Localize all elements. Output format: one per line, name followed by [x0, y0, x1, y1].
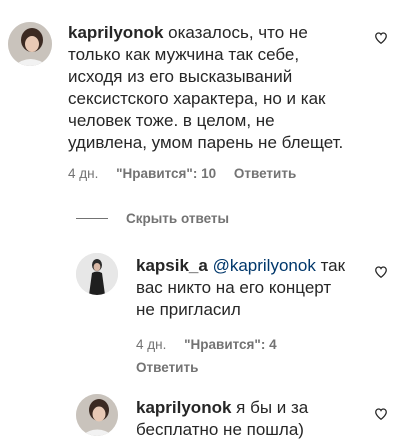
comment-line: человек тоже. в целом, не	[68, 111, 275, 130]
hide-replies-button[interactable]: Скрыть ответы	[76, 211, 229, 226]
reply-meta-2: Ответить	[136, 360, 212, 375]
avatar-image	[8, 22, 52, 66]
avatar[interactable]	[76, 394, 118, 436]
comment-text: kaprilyonok оказалось, что не только как…	[68, 22, 388, 154]
reply-button[interactable]: Ответить	[136, 360, 198, 375]
reply-button[interactable]: Ответить	[234, 166, 296, 181]
comment-username[interactable]: kaprilyonok	[136, 398, 231, 417]
comment-line: сексистского характера, но и как	[68, 89, 326, 108]
likes-count[interactable]: "Нравится": 10	[116, 166, 216, 181]
comment-line: оказалось, что не	[168, 23, 308, 42]
avatar-image	[76, 394, 118, 436]
heart-outline-icon	[375, 408, 387, 421]
comment-line: только как мужчина так себе,	[68, 45, 300, 64]
comment-meta: 4 дн. "Нравится": 10 Ответить	[68, 166, 310, 181]
comment-line: вас никто на его концерт	[136, 278, 332, 297]
divider-line	[76, 218, 108, 219]
heart-outline-icon	[375, 266, 387, 279]
reply-meta: 4 дн. "Нравится": 4	[136, 337, 291, 352]
avatar[interactable]	[8, 22, 52, 66]
comment-line: не пригласил	[136, 300, 241, 319]
like-button[interactable]	[374, 407, 388, 421]
comment-time: 4 дн.	[136, 337, 167, 352]
hide-replies-label: Скрыть ответы	[126, 211, 230, 226]
likes-count[interactable]: "Нравится": 4	[184, 337, 276, 352]
avatar[interactable]	[76, 253, 118, 295]
like-button[interactable]	[374, 31, 388, 45]
avatar-image	[76, 253, 118, 295]
like-button[interactable]	[374, 265, 388, 279]
mention-link[interactable]: @kaprilyonok	[213, 256, 316, 275]
comment-username[interactable]: kaprilyonok	[68, 23, 163, 42]
comment-line: я бы и за	[236, 398, 309, 417]
comment-line: удивлена, умом парень не блещет.	[68, 133, 344, 152]
reply-text: kaprilyonok я бы и за бесплатно не пошла…	[136, 397, 366, 441]
comment-line: так	[320, 256, 346, 275]
comment-username[interactable]: kapsik_a	[136, 256, 208, 275]
comment-line: бесплатно не пошла)	[136, 420, 304, 439]
comment-line: исходя из его высказываний	[68, 67, 293, 86]
reply-text: kapsik_a @kaprilyonok так вас никто на е…	[136, 255, 391, 321]
heart-outline-icon	[375, 32, 387, 45]
comment-time: 4 дн.	[68, 166, 99, 181]
